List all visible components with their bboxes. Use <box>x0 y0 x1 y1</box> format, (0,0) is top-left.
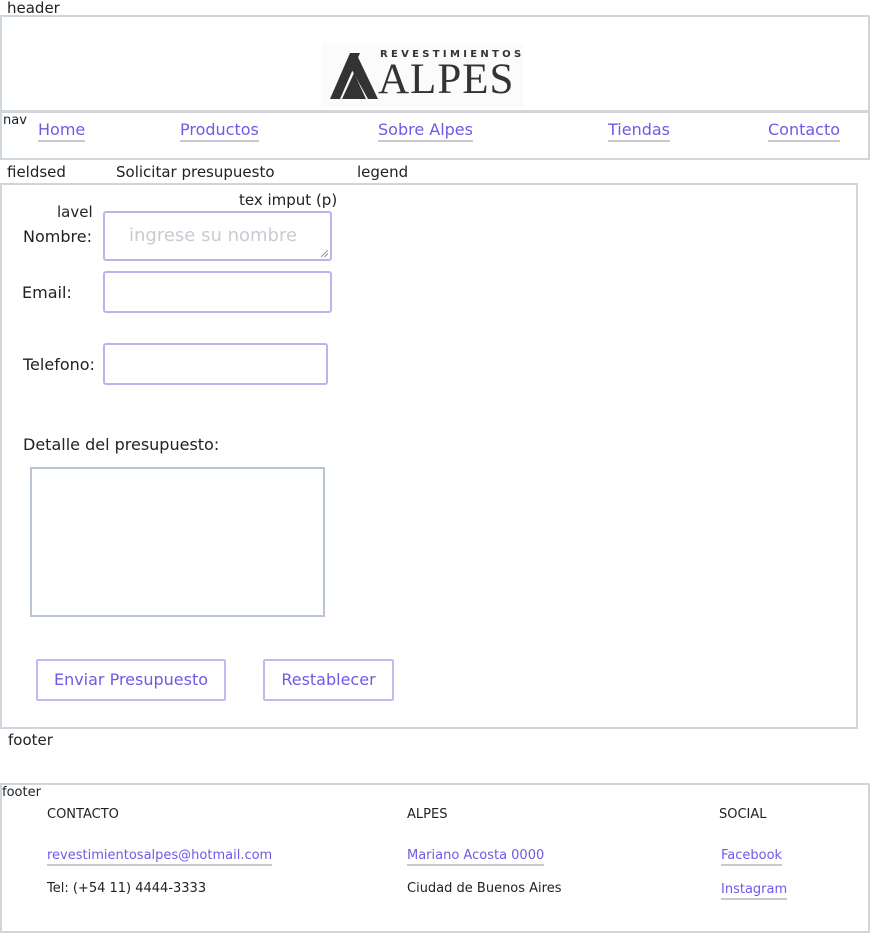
nav-item-contacto[interactable]: Contacto <box>768 120 841 142</box>
footer-phone: Tel: (+54 11) 4444-3333 <box>47 881 207 896</box>
fieldset-legend: Solicitar presupuesto <box>116 163 275 181</box>
footer-contact-heading: CONTACTO <box>47 807 119 822</box>
nav-annotation: nav <box>3 113 27 128</box>
nav-item-sobre-alpes[interactable]: Sobre Alpes <box>378 120 473 142</box>
quote-fieldset <box>0 183 858 729</box>
alpes-logo[interactable]: REVESTIMIENTOS ALPES <box>322 43 523 107</box>
footer-annotation: footer <box>8 731 53 749</box>
name-placeholder: ingrese su nombre <box>129 225 298 246</box>
submit-button[interactable]: Enviar Presupuesto <box>36 659 226 701</box>
label-annotation: lavel <box>57 203 93 221</box>
footer-instagram-link[interactable]: Instagram <box>721 881 788 900</box>
name-input[interactable]: ingrese su nombre <box>103 211 332 261</box>
email-label: Email: <box>22 283 72 302</box>
logo-title: ALPES <box>378 56 515 103</box>
name-label: Nombre: <box>23 227 92 246</box>
footer-address-link[interactable]: Mariano Acosta 0000 <box>407 847 545 866</box>
logo-mark-icon <box>330 53 378 99</box>
phone-label: Telefono: <box>23 355 95 374</box>
detail-label: Detalle del presupuesto: <box>23 435 220 454</box>
nav-item-tiendas[interactable]: Tiendas <box>608 120 671 142</box>
email-field[interactable] <box>103 271 332 313</box>
text-input-annotation: tex imput (p) <box>239 191 338 209</box>
detail-textarea[interactable] <box>30 467 325 617</box>
legend-annotation: legend <box>357 163 409 181</box>
resize-handle-icon[interactable] <box>321 250 328 257</box>
footer-facebook-link[interactable]: Facebook <box>721 847 783 866</box>
phone-field[interactable] <box>103 343 328 385</box>
footer-social-heading: SOCIAL <box>719 807 767 822</box>
footer-alpes-heading: ALPES <box>407 807 448 822</box>
footer-email-link[interactable]: revestimientosalpes@hotmail.com <box>47 847 273 866</box>
footer-inner-annotation: footer <box>2 785 41 800</box>
nav-item-productos[interactable]: Productos <box>180 120 259 142</box>
fieldset-annotation: fieldsed <box>7 163 66 181</box>
nav-item-home[interactable]: Home <box>38 120 86 142</box>
footer-city: Ciudad de Buenos Aires <box>407 881 562 896</box>
reset-button[interactable]: Restablecer <box>263 659 394 701</box>
